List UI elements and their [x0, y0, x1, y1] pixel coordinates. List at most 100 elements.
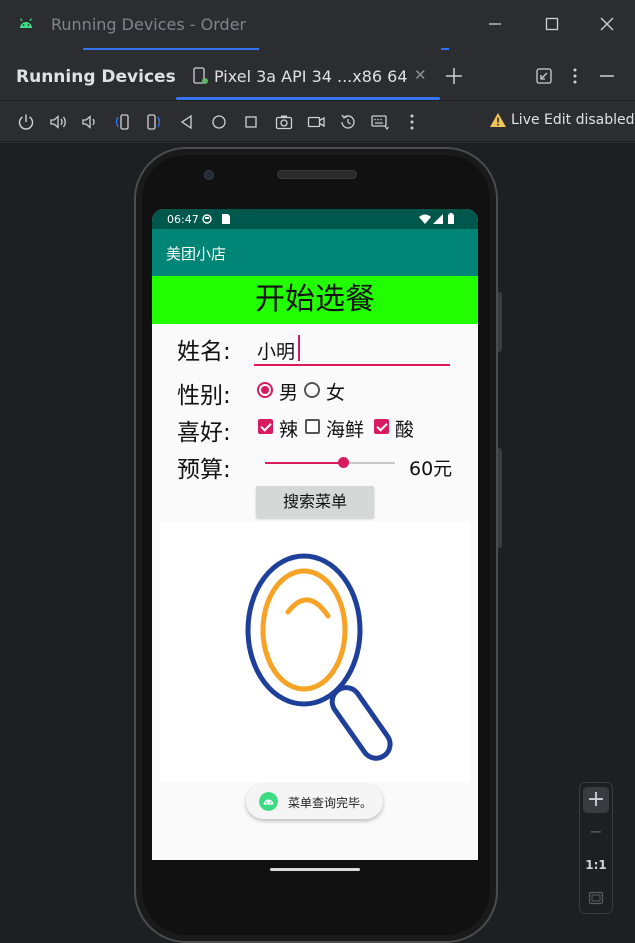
- maximize-icon: [545, 17, 559, 31]
- rotate-right-icon: [147, 114, 161, 130]
- zoom-controls: + − 1:1: [579, 782, 613, 914]
- status-time: 06:47: [167, 213, 199, 226]
- sim-card-icon: [222, 214, 230, 224]
- budget-slider-thumb[interactable]: [338, 457, 349, 468]
- options-menu-button[interactable]: [564, 65, 586, 87]
- device-tab[interactable]: Pixel 3a API 34 ...x86 64 ✕: [176, 51, 440, 101]
- android-studio-icon: [19, 18, 33, 28]
- search-menu-button[interactable]: 搜索菜单: [256, 486, 374, 518]
- name-input-value: 小明: [257, 341, 296, 363]
- gesture-nav-bar[interactable]: [270, 868, 360, 871]
- toast-text: 菜单查询完毕。: [288, 796, 373, 810]
- app-bar: 美团小店: [152, 229, 478, 276]
- title-accent-line-2: [441, 48, 449, 50]
- gender-radio-male[interactable]: [257, 382, 273, 398]
- hobby-checkbox-seafood[interactable]: [305, 419, 320, 434]
- wifi-icon: [419, 214, 431, 224]
- budget-value: 60元: [409, 458, 453, 480]
- phone-side-button[interactable]: [498, 292, 502, 352]
- restore-icon: [536, 68, 552, 84]
- power-icon: [18, 114, 34, 130]
- hobby-checkbox-sour[interactable]: [374, 419, 389, 434]
- sync-status-icon: [202, 214, 212, 224]
- magnifying-glass-icon: [245, 553, 393, 761]
- close-icon: [600, 17, 614, 31]
- home-icon: [212, 115, 226, 129]
- keyboard-icon: [371, 115, 389, 130]
- home-button[interactable]: [209, 112, 229, 132]
- tool-window-title: Running Devices: [16, 67, 176, 87]
- tool-window-header: Running Devices Pixel 3a API 34 ...x86 6…: [0, 51, 635, 101]
- tab-close-icon[interactable]: ✕: [414, 66, 427, 84]
- hobby-option-seafood-label[interactable]: 海鲜: [326, 415, 364, 442]
- more-actions-button[interactable]: [402, 112, 422, 132]
- app-title: 美团小店: [166, 245, 227, 263]
- gender-radio-female[interactable]: [304, 382, 320, 398]
- maximize-window-button[interactable]: [542, 14, 562, 34]
- reset-button[interactable]: [338, 112, 358, 132]
- kebab-menu-icon: [573, 68, 577, 84]
- hero-banner: 开始选餐: [152, 276, 478, 324]
- budget-slider-fill: [265, 462, 343, 464]
- overview-button[interactable]: [241, 112, 261, 132]
- signal-icon: [433, 214, 443, 224]
- back-button[interactable]: [177, 112, 197, 132]
- kebab-more-icon: [410, 114, 414, 130]
- screen-record-button[interactable]: [306, 112, 326, 132]
- volume-up-button[interactable]: [48, 112, 68, 132]
- back-icon: [180, 114, 192, 130]
- zoom-out-button[interactable]: −: [583, 819, 609, 845]
- battery-icon: [448, 213, 454, 224]
- hobby-option-sour-label[interactable]: 酸: [395, 415, 414, 442]
- fit-screen-button[interactable]: [583, 885, 609, 911]
- search-result-image: [160, 522, 470, 782]
- title-accent-line: [83, 48, 259, 50]
- gender-label: 性别:: [177, 383, 231, 409]
- gender-option-male-label[interactable]: 男: [279, 378, 298, 405]
- device-screen[interactable]: 06:47 美团小店 开始选餐 姓名: 小明 性别: 男 女 喜好: 辣 海鲜 …: [152, 209, 478, 860]
- warning-icon: [490, 113, 506, 127]
- volume-down-icon: [82, 115, 95, 129]
- name-label: 姓名:: [177, 339, 231, 365]
- device-toolbar: Live Edit disabled: [0, 102, 635, 142]
- tab-selected-indicator: [176, 97, 440, 100]
- zoom-in-button[interactable]: +: [583, 787, 609, 813]
- overview-icon: [245, 116, 257, 128]
- name-input[interactable]: 小明: [254, 333, 450, 366]
- plus-icon: [446, 68, 462, 84]
- hide-tool-window-button[interactable]: [596, 65, 618, 87]
- minimize-panel-icon: [600, 75, 614, 77]
- toast-message: 菜单查询完毕。: [246, 784, 383, 819]
- live-edit-status[interactable]: Live Edit disabled: [489, 112, 635, 128]
- add-device-button[interactable]: [443, 65, 465, 87]
- actual-size-button[interactable]: 1:1: [583, 852, 609, 878]
- minimize-window-button[interactable]: [485, 14, 505, 34]
- power-button[interactable]: [16, 112, 36, 132]
- hobby-label: 喜好:: [177, 420, 231, 446]
- rotate-left-button[interactable]: [112, 112, 132, 132]
- reset-icon: [341, 114, 355, 129]
- keyboard-button[interactable]: [370, 112, 390, 132]
- screenshot-button[interactable]: [274, 112, 294, 132]
- close-window-button[interactable]: [597, 14, 617, 34]
- window-title-bar: Running Devices - Order: [0, 0, 635, 50]
- android-app-icon: [259, 792, 278, 811]
- budget-label: 预算:: [177, 457, 231, 483]
- gender-option-female-label[interactable]: 女: [326, 378, 345, 405]
- fit-screen-icon: [588, 891, 604, 905]
- hobby-option-spicy-label[interactable]: 辣: [279, 415, 298, 442]
- status-bar: 06:47: [152, 209, 478, 229]
- text-cursor: [298, 335, 300, 361]
- earpiece-speaker: [277, 170, 357, 179]
- phone-volume-rocker[interactable]: [498, 448, 502, 548]
- volume-down-button[interactable]: [80, 112, 100, 132]
- hobby-checkbox-spicy[interactable]: [258, 419, 273, 434]
- rotate-left-icon: [115, 114, 129, 130]
- restore-layout-button[interactable]: [533, 65, 555, 87]
- front-camera: [204, 170, 214, 180]
- video-icon: [307, 116, 325, 128]
- minimize-icon: [489, 23, 501, 25]
- rotate-right-button[interactable]: [144, 112, 164, 132]
- device-icon: [193, 67, 208, 84]
- volume-up-icon: [50, 115, 66, 129]
